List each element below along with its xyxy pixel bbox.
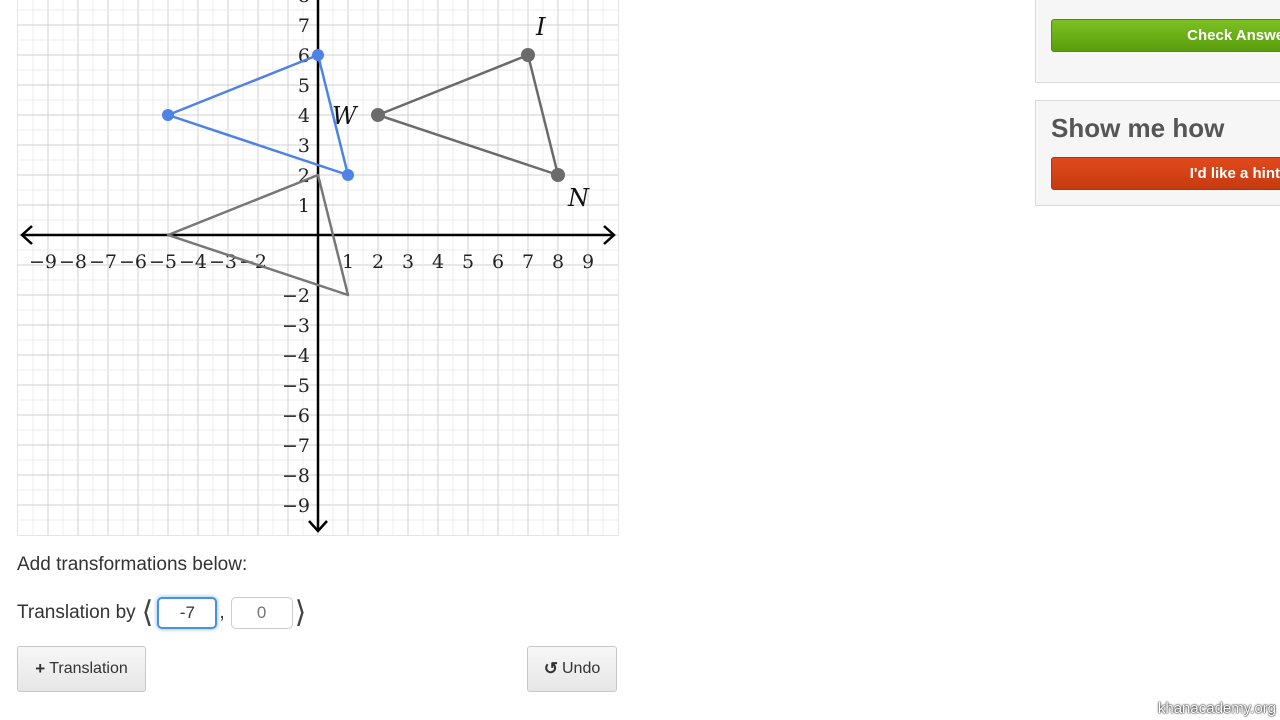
show-me-how-heading: Show me how [1051,113,1225,143]
translation-row: Translation by ⟨ , ⟩ [17,596,308,630]
original-triangle-vertex [371,108,385,122]
check-answer-panel: Check Answer [1035,0,1280,83]
x-tick-label: 1 [342,251,354,273]
translated-triangle-vertex [312,49,324,61]
coordinate-plane-svg[interactable]: −9−8−7−6−5−4−3−212345678987654321−2−3−4−… [18,0,618,535]
x-tick-label: 2 [372,251,384,273]
y-tick-label: −6 [282,405,310,427]
x-tick-label: −9 [29,251,57,273]
x-tick-label: −4 [179,251,207,273]
x-tick-label: 8 [552,251,564,273]
plus-icon: + [35,659,46,678]
translated-triangle-vertex [162,109,174,121]
original-triangle-vertex [551,168,565,182]
y-tick-label: 4 [298,105,310,127]
original-triangle-vertex [521,48,535,62]
left-angle-bracket: ⟨ [141,595,154,630]
y-tick-label: 1 [298,195,310,217]
check-answer-button[interactable]: Check Answer [1051,19,1280,52]
watermark: khanacademy.org [1157,700,1276,717]
add-translation-button[interactable]: + Translation [17,646,146,692]
y-tick-label: 7 [298,15,310,37]
y-tick-label: −9 [282,495,310,517]
x-tick-label: −8 [59,251,87,273]
y-tick-label: −4 [282,345,310,367]
right-angle-bracket: ⟩ [294,595,307,630]
translated-triangle-vertex [342,169,354,181]
hint-panel: Show me how I'd like a hint [1035,100,1280,206]
hint-button[interactable]: I'd like a hint [1051,157,1280,190]
y-tick-label: 6 [298,45,310,67]
translation-y-input[interactable] [230,597,293,629]
y-tick-label: −5 [282,375,310,397]
x-tick-label: −5 [149,251,177,273]
add-translation-label: Translation [49,660,128,677]
translation-x-input[interactable] [157,597,218,629]
instructions-text: Add transformations below: [17,554,248,575]
undo-label: Undo [562,660,601,677]
y-tick-label: 5 [298,75,310,97]
y-tick-label: 3 [298,135,310,157]
vertex-label-i: I [535,13,546,41]
comma-separator: , [219,602,225,623]
y-tick-label: −8 [282,465,310,487]
x-tick-label: 3 [402,251,414,273]
undo-icon: ↺ [543,659,558,678]
x-tick-label: 4 [432,251,444,273]
y-tick-label: −7 [282,435,310,457]
x-tick-label: −2 [239,251,267,273]
vertex-label-n: N [567,184,590,212]
x-tick-label: −6 [119,251,147,273]
y-tick-label: 2 [298,165,310,187]
translation-label: Translation by [17,602,136,623]
y-tick-label: −3 [282,315,310,337]
y-tick-label: −2 [282,285,310,307]
x-tick-label: 6 [492,251,504,273]
y-tick-label: 8 [298,0,310,7]
x-tick-label: 5 [462,251,474,273]
x-tick-label: 7 [522,251,534,273]
coordinate-plane[interactable]: −9−8−7−6−5−4−3−212345678987654321−2−3−4−… [17,0,619,536]
vertex-label-w: W [332,102,359,130]
x-tick-label: −7 [89,251,117,273]
undo-button[interactable]: ↺ Undo [527,646,617,692]
x-tick-label: 9 [582,251,594,273]
